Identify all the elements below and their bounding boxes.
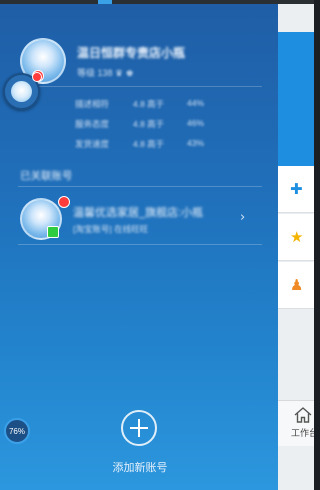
tab-workbench[interactable]: 工作台 [278, 400, 314, 447]
account-subtitle: [淘宝账号] 在线旺旺 [73, 224, 149, 234]
add-account-button[interactable] [121, 410, 157, 446]
percent-text: 76% [8, 426, 25, 436]
stat-label: 服务态度 [75, 119, 110, 129]
stat-percent: 46% [187, 118, 205, 128]
floating-percent-widget[interactable]: 76% [4, 418, 30, 444]
stat-value: 4.8 高于 [133, 119, 165, 129]
home-icon [294, 407, 312, 423]
stat-label: 发货速度 [75, 139, 110, 149]
stat-value: 4.8 高于 [133, 99, 165, 109]
online-status-badge [47, 226, 59, 238]
star-icon: ★ [290, 228, 304, 246]
current-account-level: 等级 138 ♛ ♚ [77, 68, 134, 78]
list-divider [18, 244, 262, 245]
stat-value: 4.8 高于 [133, 139, 165, 149]
account-name: 温馨优选家居_旗舰店:小瓶 [73, 207, 204, 219]
panel-bottom [278, 446, 314, 490]
menu-row-favorites[interactable]: ★ [278, 214, 314, 261]
floating-chat-ball[interactable] [3, 72, 42, 110]
puzzle-icon: ✚ [290, 180, 303, 198]
app-screen: 温日恒群专责店小瓶 等级 138 ♛ ♚ 描述相符 4.8 高于 44% 服务态… [0, 0, 314, 490]
add-account-label[interactable]: 添加新账号 [98, 459, 182, 475]
section-divider [18, 186, 262, 187]
stat-percent: 43% [187, 138, 205, 148]
panel-gap [278, 332, 314, 398]
main-header-blue [278, 32, 314, 166]
main-panel-peek[interactable]: ✚ ★ ♟ 工作台 [278, 4, 314, 490]
unread-badge [58, 196, 70, 208]
account-list-item[interactable]: 温馨优选家居_旗舰店:小瓶 [淘宝账号] 在线旺旺 [0, 190, 278, 242]
chevron-right-icon: › [240, 210, 246, 225]
tab-label: 工作台 [291, 428, 314, 438]
header-divider [18, 86, 262, 87]
stat-percent: 44% [187, 98, 205, 108]
menu-row-contacts[interactable]: ♟ [278, 262, 314, 309]
unread-badge [32, 72, 42, 82]
person-icon: ♟ [290, 276, 304, 294]
other-accounts-title: 已关联账号 [20, 170, 73, 182]
stat-label: 描述相符 [75, 99, 110, 109]
floating-avatar-icon [11, 81, 32, 102]
plus-icon-stem [138, 419, 140, 437]
menu-row-plugins[interactable]: ✚ [278, 166, 314, 213]
current-account-name: 温日恒群专责店小瓶 [77, 46, 186, 60]
